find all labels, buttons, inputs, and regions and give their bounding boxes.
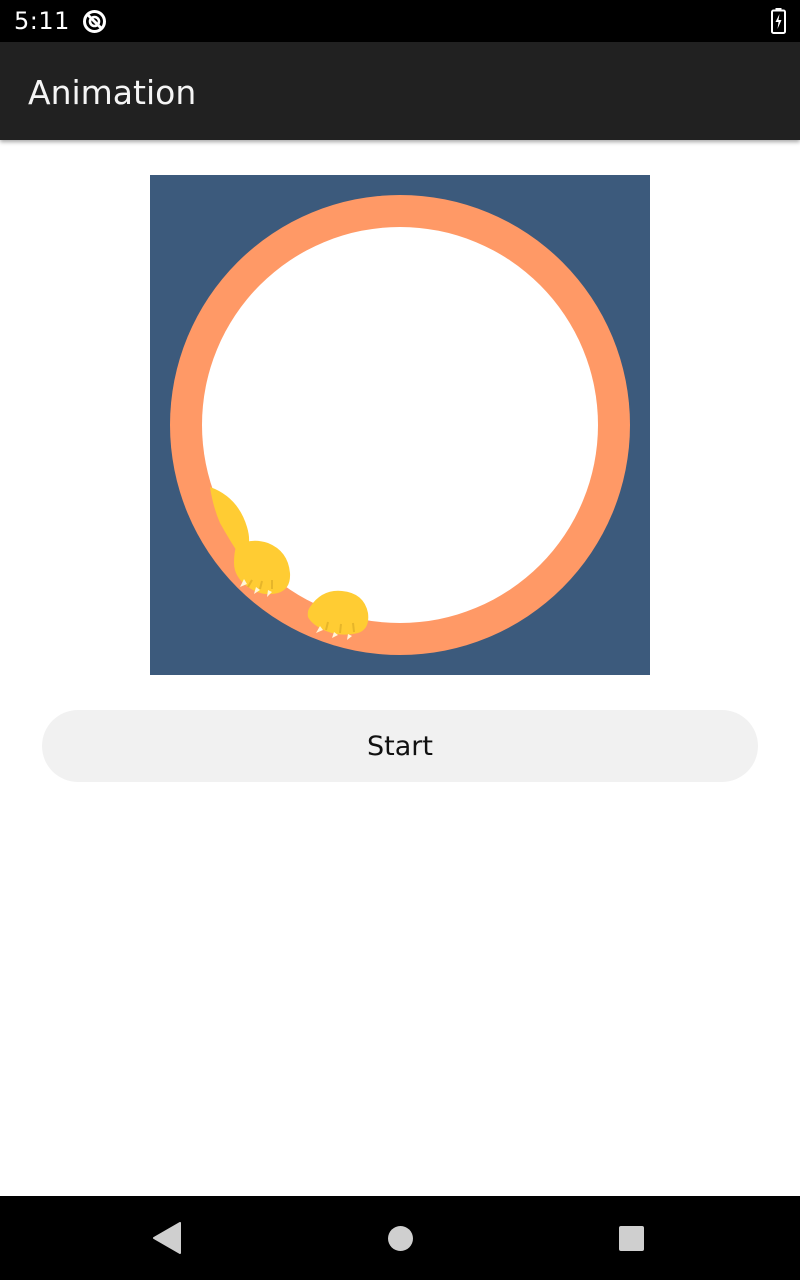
status-bar: 5:11 <box>0 0 800 42</box>
home-icon[interactable] <box>387 1225 414 1252</box>
app-bar: Animation <box>0 42 800 140</box>
back-icon[interactable] <box>152 1222 182 1254</box>
app-title: Animation <box>28 73 197 112</box>
do-not-disturb-icon <box>83 10 106 33</box>
battery-charging-icon <box>771 8 786 34</box>
start-button[interactable]: Start <box>42 710 758 782</box>
cat-paw-animation-icon <box>150 175 650 675</box>
status-time: 5:11 <box>14 7 70 35</box>
animation-view <box>150 175 650 675</box>
recents-icon[interactable] <box>618 1225 645 1252</box>
